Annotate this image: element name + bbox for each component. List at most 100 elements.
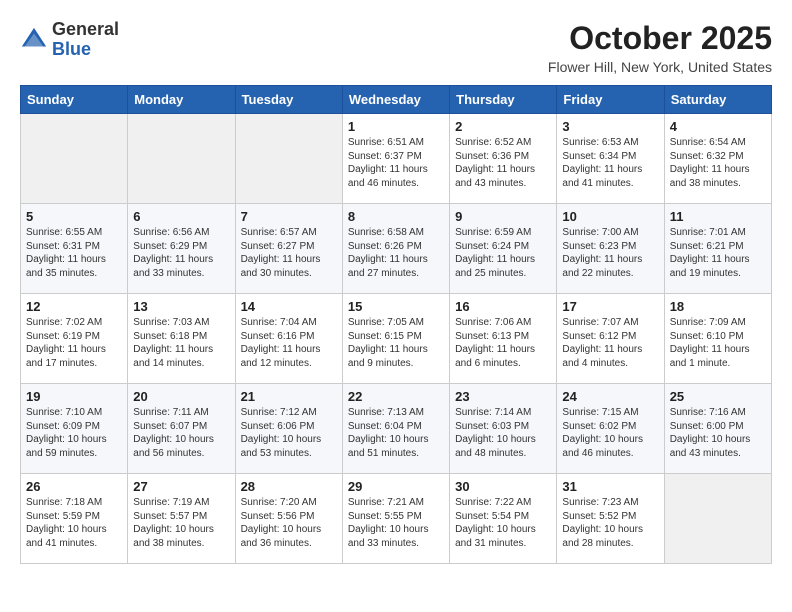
calendar-cell (128, 114, 235, 204)
day-info: Sunrise: 7:19 AM Sunset: 5:57 PM Dayligh… (133, 496, 229, 550)
logo-text: General Blue (52, 20, 119, 60)
calendar-cell: 27 Sunrise: 7:19 AM Sunset: 5:57 PM Dayli… (128, 474, 235, 564)
day-info: Sunrise: 7:06 AM Sunset: 6:13 PM Dayligh… (455, 316, 551, 370)
day-number: 3 (562, 119, 658, 134)
day-info: Sunrise: 7:03 AM Sunset: 6:18 PM Dayligh… (133, 316, 229, 370)
calendar: SundayMondayTuesdayWednesdayThursdayFrid… (20, 85, 772, 564)
calendar-cell: 19 Sunrise: 7:10 AM Sunset: 6:09 PM Dayli… (21, 384, 128, 474)
day-header-saturday: Saturday (664, 86, 771, 114)
calendar-cell: 9 Sunrise: 6:59 AM Sunset: 6:24 PM Daylig… (450, 204, 557, 294)
day-header-thursday: Thursday (450, 86, 557, 114)
calendar-cell: 21Sunrise: 7:12 AM Sunset: 6:06 PM Dayli… (235, 384, 342, 474)
location: Flower Hill, New York, United States (548, 59, 772, 75)
day-info: Sunrise: 7:18 AM Sunset: 5:59 PM Dayligh… (26, 496, 122, 550)
calendar-cell: 22 Sunrise: 7:13 AM Sunset: 6:04 PM Dayli… (342, 384, 449, 474)
calendar-cell: 13 Sunrise: 7:03 AM Sunset: 6:18 PM Dayli… (128, 294, 235, 384)
day-number: 21 (241, 389, 337, 404)
day-info: Sunrise: 6:53 AM Sunset: 6:34 PM Dayligh… (562, 136, 658, 190)
calendar-cell (235, 114, 342, 204)
calendar-cell: 6Sunrise: 6:56 AM Sunset: 6:29 PM Daylig… (128, 204, 235, 294)
day-info: Sunrise: 7:02 AM Sunset: 6:19 PM Dayligh… (26, 316, 122, 370)
day-info: Sunrise: 6:55 AM Sunset: 6:31 PM Dayligh… (26, 226, 122, 280)
day-info: Sunrise: 7:15 AM Sunset: 6:02 PM Dayligh… (562, 406, 658, 460)
day-info: Sunrise: 7:10 AM Sunset: 6:09 PM Dayligh… (26, 406, 122, 460)
day-number: 20 (133, 389, 229, 404)
calendar-cell: 15 Sunrise: 7:05 AM Sunset: 6:15 PM Dayli… (342, 294, 449, 384)
month-title: October 2025 (548, 20, 772, 57)
day-header-friday: Friday (557, 86, 664, 114)
calendar-cell: 30Sunrise: 7:22 AM Sunset: 5:54 PM Dayli… (450, 474, 557, 564)
day-number: 4 (670, 119, 766, 134)
calendar-cell: 16 Sunrise: 7:06 AM Sunset: 6:13 PM Dayli… (450, 294, 557, 384)
day-number: 17 (562, 299, 658, 314)
calendar-cell: 10 Sunrise: 7:00 AM Sunset: 6:23 PM Dayli… (557, 204, 664, 294)
week-row-1: 1 Sunrise: 6:51 AM Sunset: 6:37 PM Daylig… (21, 114, 772, 204)
day-number: 12 (26, 299, 122, 314)
day-number: 7 (241, 209, 337, 224)
day-number: 19 (26, 389, 122, 404)
day-info: Sunrise: 6:59 AM Sunset: 6:24 PM Dayligh… (455, 226, 551, 280)
day-info: Sunrise: 6:58 AM Sunset: 6:26 PM Dayligh… (348, 226, 444, 280)
day-number: 18 (670, 299, 766, 314)
day-number: 28 (241, 479, 337, 494)
calendar-cell: 14Sunrise: 7:04 AM Sunset: 6:16 PM Dayli… (235, 294, 342, 384)
day-info: Sunrise: 7:09 AM Sunset: 6:10 PM Dayligh… (670, 316, 766, 370)
day-number: 8 (348, 209, 444, 224)
calendar-cell: 20Sunrise: 7:11 AM Sunset: 6:07 PM Dayli… (128, 384, 235, 474)
day-info: Sunrise: 7:13 AM Sunset: 6:04 PM Dayligh… (348, 406, 444, 460)
day-info: Sunrise: 7:20 AM Sunset: 5:56 PM Dayligh… (241, 496, 337, 550)
calendar-cell (21, 114, 128, 204)
day-number: 23 (455, 389, 551, 404)
calendar-cell: 24 Sunrise: 7:15 AM Sunset: 6:02 PM Dayli… (557, 384, 664, 474)
day-number: 29 (348, 479, 444, 494)
week-row-2: 5 Sunrise: 6:55 AM Sunset: 6:31 PM Daylig… (21, 204, 772, 294)
calendar-cell: 31 Sunrise: 7:23 AM Sunset: 5:52 PM Dayli… (557, 474, 664, 564)
week-row-3: 12 Sunrise: 7:02 AM Sunset: 6:19 PM Dayli… (21, 294, 772, 384)
day-info: Sunrise: 7:04 AM Sunset: 6:16 PM Dayligh… (241, 316, 337, 370)
day-number: 26 (26, 479, 122, 494)
day-number: 31 (562, 479, 658, 494)
day-number: 6 (133, 209, 229, 224)
day-number: 15 (348, 299, 444, 314)
header: General Blue October 2025 Flower Hill, N… (20, 20, 772, 75)
calendar-cell: 4Sunrise: 6:54 AM Sunset: 6:32 PM Daylig… (664, 114, 771, 204)
day-header-tuesday: Tuesday (235, 86, 342, 114)
day-info: Sunrise: 7:14 AM Sunset: 6:03 PM Dayligh… (455, 406, 551, 460)
day-number: 10 (562, 209, 658, 224)
day-header-sunday: Sunday (21, 86, 128, 114)
day-info: Sunrise: 6:52 AM Sunset: 6:36 PM Dayligh… (455, 136, 551, 190)
calendar-cell: 1 Sunrise: 6:51 AM Sunset: 6:37 PM Daylig… (342, 114, 449, 204)
day-info: Sunrise: 7:00 AM Sunset: 6:23 PM Dayligh… (562, 226, 658, 280)
calendar-cell: 3 Sunrise: 6:53 AM Sunset: 6:34 PM Daylig… (557, 114, 664, 204)
day-number: 16 (455, 299, 551, 314)
calendar-cell: 18 Sunrise: 7:09 AM Sunset: 6:10 PM Dayli… (664, 294, 771, 384)
day-number: 25 (670, 389, 766, 404)
day-info: Sunrise: 7:07 AM Sunset: 6:12 PM Dayligh… (562, 316, 658, 370)
calendar-cell: 26 Sunrise: 7:18 AM Sunset: 5:59 PM Dayli… (21, 474, 128, 564)
day-number: 1 (348, 119, 444, 134)
day-info: Sunrise: 6:51 AM Sunset: 6:37 PM Dayligh… (348, 136, 444, 190)
day-number: 9 (455, 209, 551, 224)
calendar-cell: 28 Sunrise: 7:20 AM Sunset: 5:56 PM Dayli… (235, 474, 342, 564)
logo: General Blue (20, 20, 119, 60)
day-number: 24 (562, 389, 658, 404)
logo-blue: Blue (52, 40, 119, 60)
calendar-cell: 11Sunrise: 7:01 AM Sunset: 6:21 PM Dayli… (664, 204, 771, 294)
day-number: 13 (133, 299, 229, 314)
day-info: Sunrise: 6:57 AM Sunset: 6:27 PM Dayligh… (241, 226, 337, 280)
day-info: Sunrise: 7:01 AM Sunset: 6:21 PM Dayligh… (670, 226, 766, 280)
calendar-cell: 7 Sunrise: 6:57 AM Sunset: 6:27 PM Daylig… (235, 204, 342, 294)
day-info: Sunrise: 7:16 AM Sunset: 6:00 PM Dayligh… (670, 406, 766, 460)
day-number: 27 (133, 479, 229, 494)
calendar-cell: 25 Sunrise: 7:16 AM Sunset: 6:00 PM Dayli… (664, 384, 771, 474)
calendar-cell: 29Sunrise: 7:21 AM Sunset: 5:55 PM Dayli… (342, 474, 449, 564)
day-info: Sunrise: 7:23 AM Sunset: 5:52 PM Dayligh… (562, 496, 658, 550)
day-number: 2 (455, 119, 551, 134)
week-row-4: 19 Sunrise: 7:10 AM Sunset: 6:09 PM Dayli… (21, 384, 772, 474)
day-number: 5 (26, 209, 122, 224)
day-number: 22 (348, 389, 444, 404)
header-row: SundayMondayTuesdayWednesdayThursdayFrid… (21, 86, 772, 114)
day-info: Sunrise: 7:05 AM Sunset: 6:15 PM Dayligh… (348, 316, 444, 370)
day-header-wednesday: Wednesday (342, 86, 449, 114)
day-header-monday: Monday (128, 86, 235, 114)
